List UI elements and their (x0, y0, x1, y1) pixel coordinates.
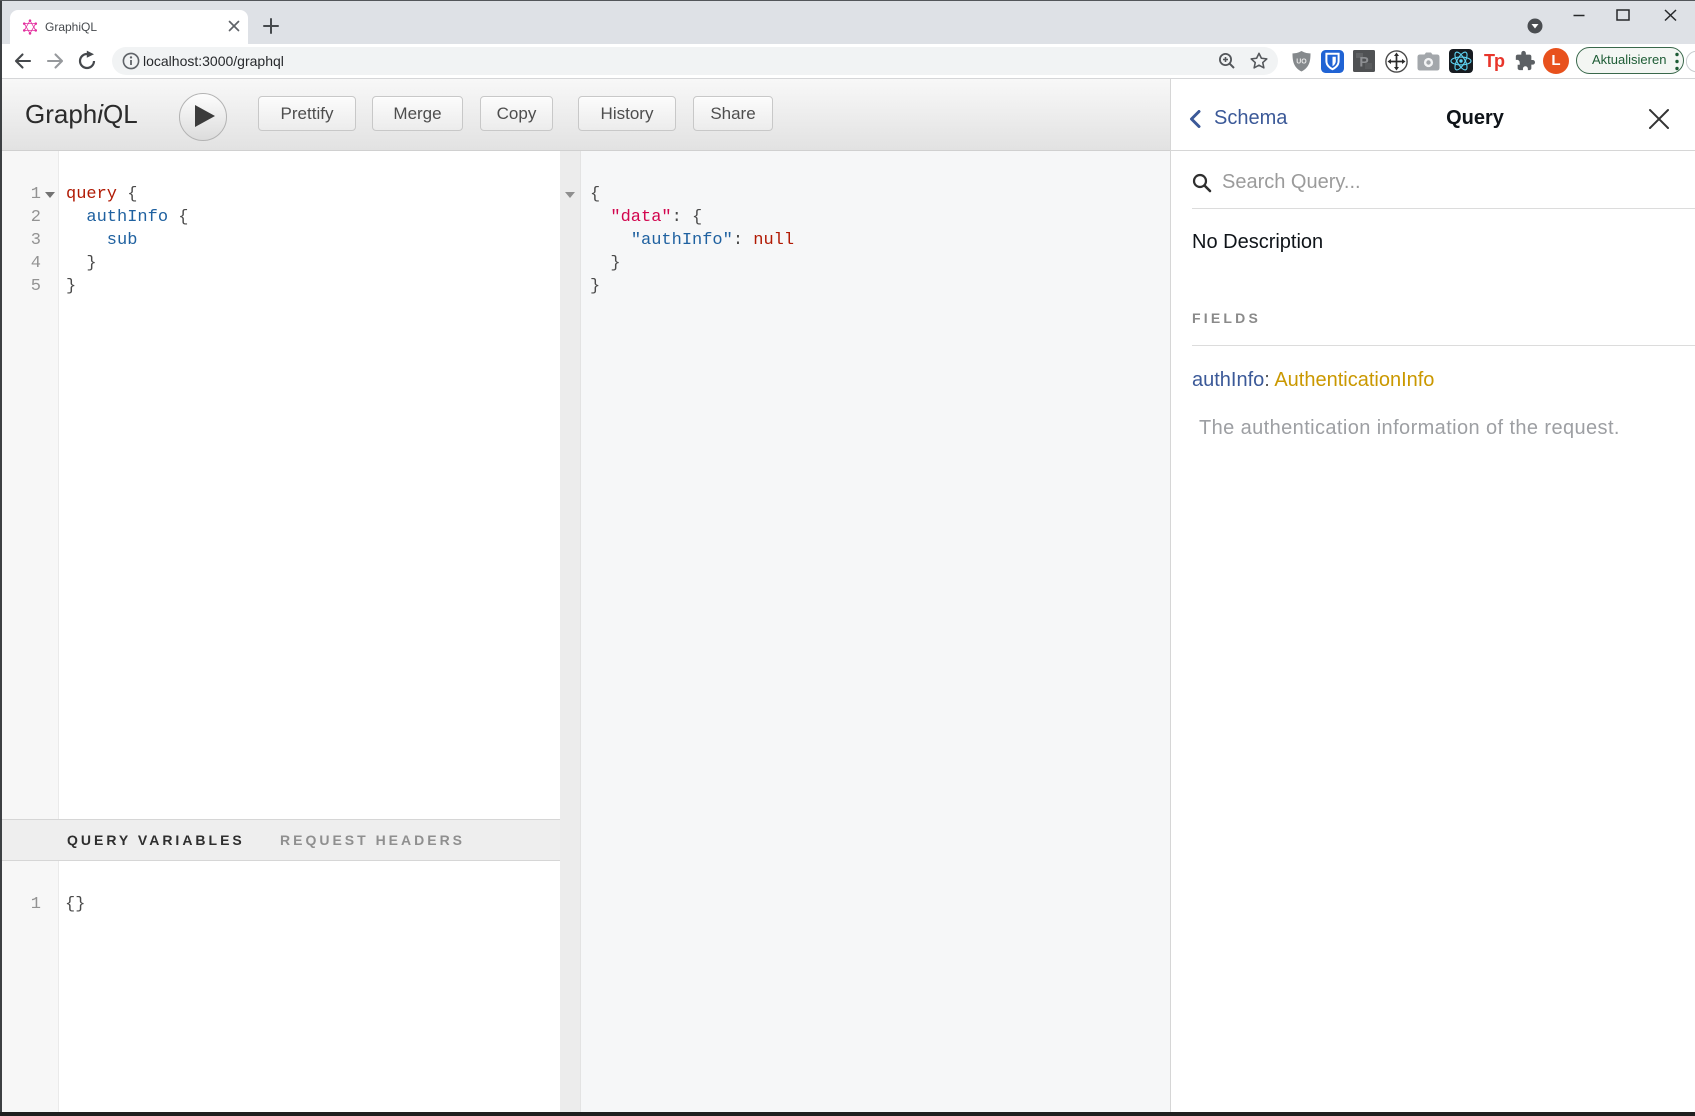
svg-text:P: P (1359, 54, 1368, 70)
svg-text:UO: UO (1296, 59, 1307, 66)
